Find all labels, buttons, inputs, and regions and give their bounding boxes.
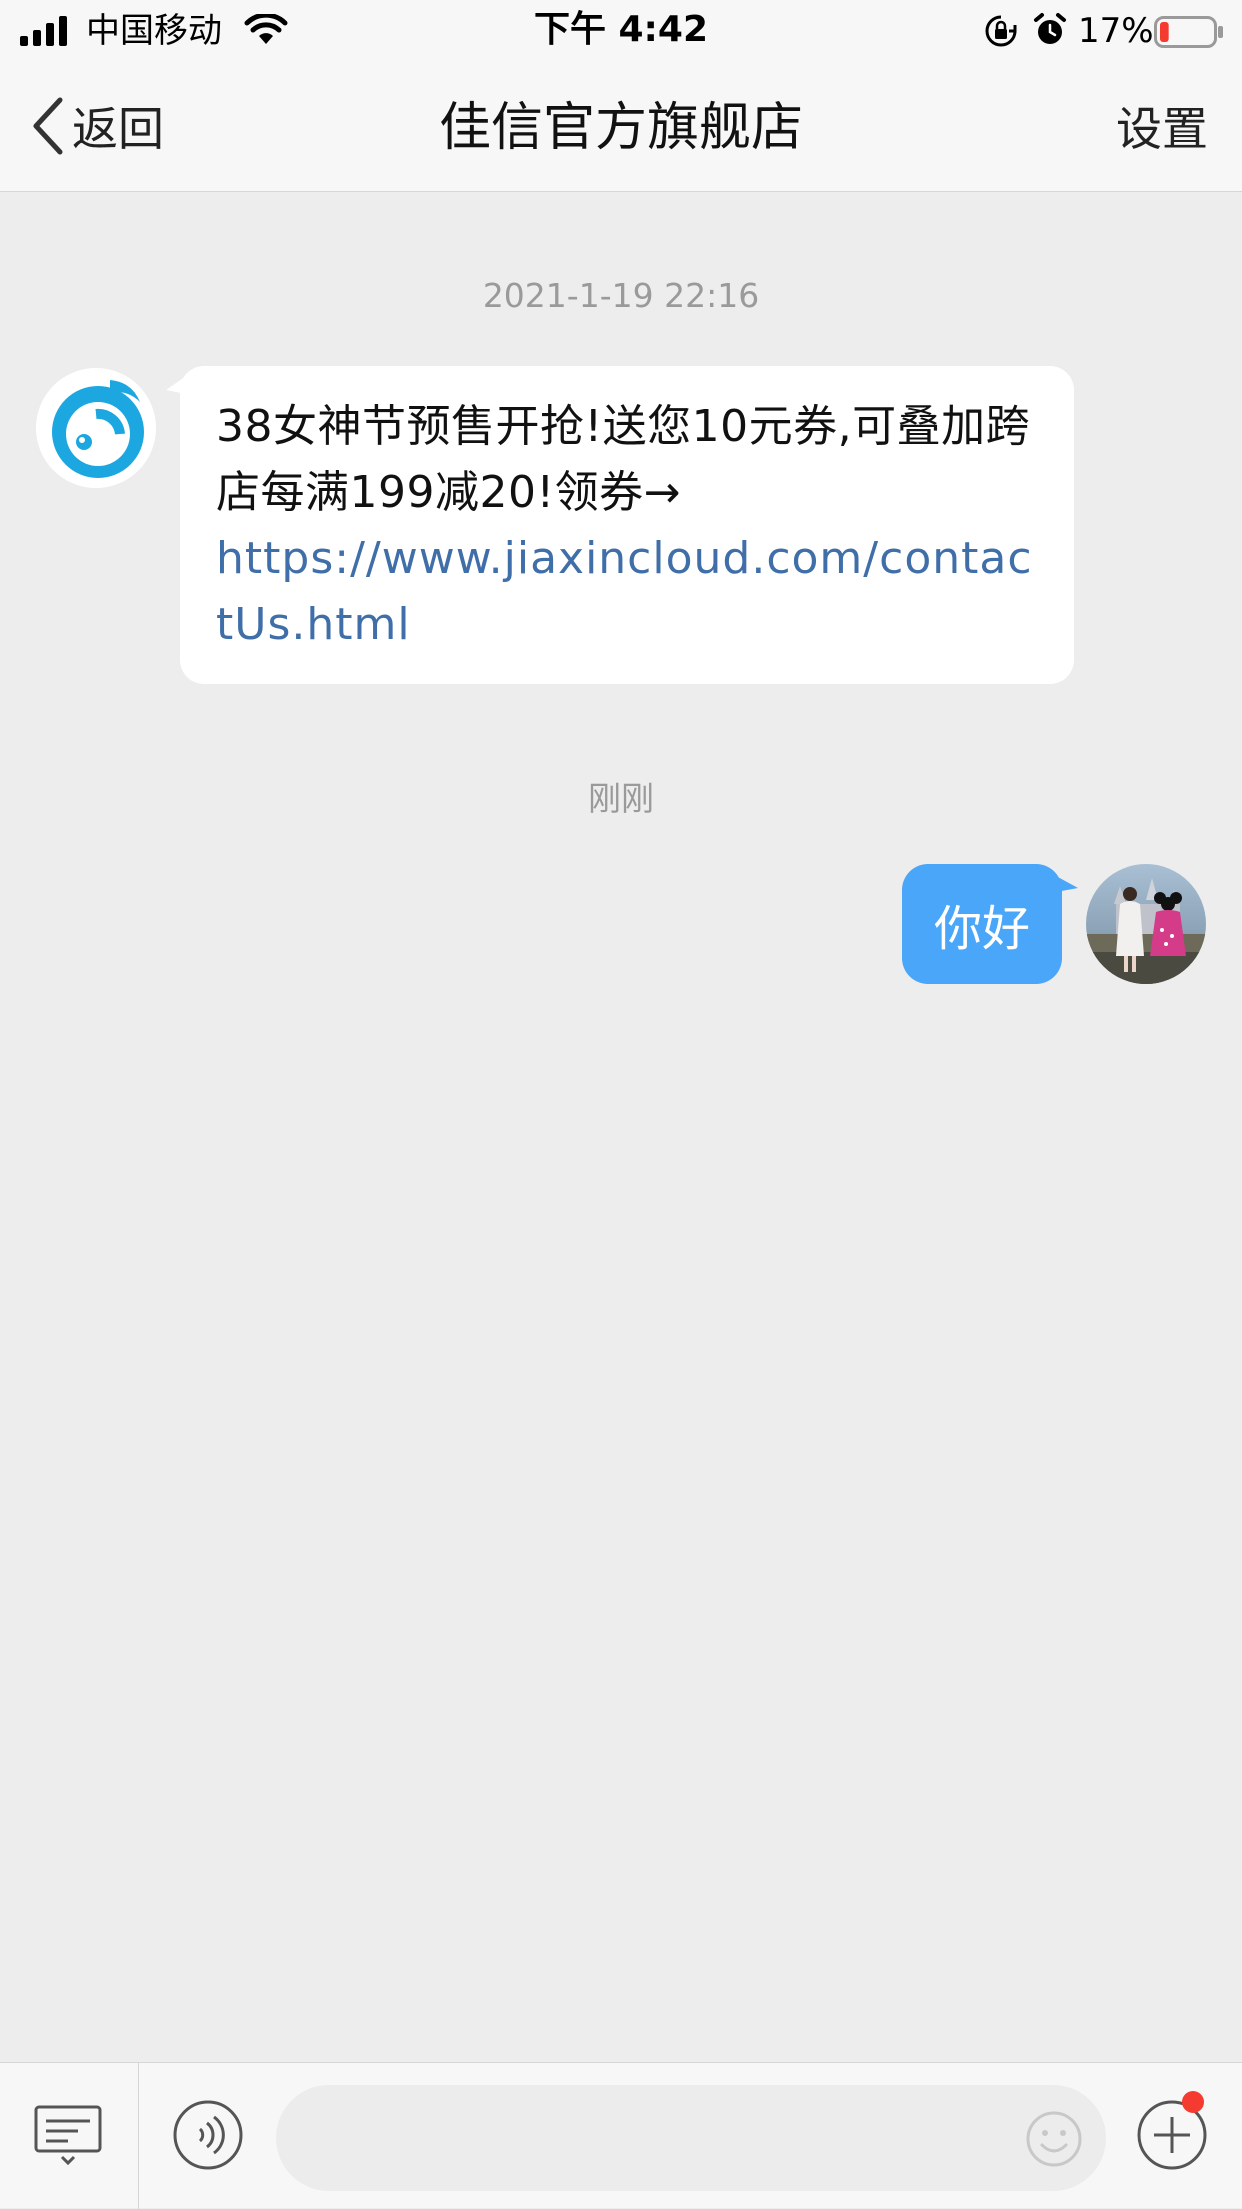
page-title: 佳信官方旗舰店 xyxy=(438,98,803,158)
bubble-tail xyxy=(166,376,186,394)
message-input[interactable] xyxy=(276,2085,1106,2191)
user-photo xyxy=(1086,864,1206,984)
alarm-icon xyxy=(1034,13,1066,44)
emoji-icon[interactable] xyxy=(1024,2109,1084,2169)
notification-dot xyxy=(1182,2091,1204,2113)
outgoing-message-bubble[interactable]: 你好 xyxy=(902,864,1078,984)
input-bar xyxy=(0,2062,1242,2209)
bubble-tail xyxy=(1056,876,1078,892)
orientation-lock-icon xyxy=(985,15,1017,47)
status-bar: 中国移动 下午 4:42 17% xyxy=(0,0,1242,64)
nav-bar: 返回 佳信官方旗舰店 设置 xyxy=(0,64,1242,192)
settings-button[interactable]: 设置 xyxy=(1116,100,1208,158)
battery-icon xyxy=(1154,16,1223,48)
message-timestamp: 刚刚 xyxy=(588,779,654,818)
message-link[interactable]: https://www.jiaxincloud.com/contactUs.ht… xyxy=(216,526,1038,658)
message-text: 38女神节预售开抢!送您10元券,可叠加跨店每满199减20!领券→ xyxy=(216,401,1031,518)
incoming-message-bubble[interactable]: 38女神节预售开抢!送您10元券,可叠加跨店每满199减20!领券→ https… xyxy=(166,366,1074,684)
voice-icon[interactable] xyxy=(172,2099,244,2171)
user-avatar[interactable] xyxy=(1086,864,1206,984)
battery-percent: 17% xyxy=(1078,11,1154,51)
divider xyxy=(138,2063,139,2209)
message-text: 你好 xyxy=(933,901,1030,957)
menu-keyboard-icon[interactable] xyxy=(32,2099,104,2171)
message-timestamp: 2021-1-19 22:16 xyxy=(482,276,760,315)
shop-avatar[interactable] xyxy=(36,368,156,488)
shop-logo-icon xyxy=(36,368,156,488)
